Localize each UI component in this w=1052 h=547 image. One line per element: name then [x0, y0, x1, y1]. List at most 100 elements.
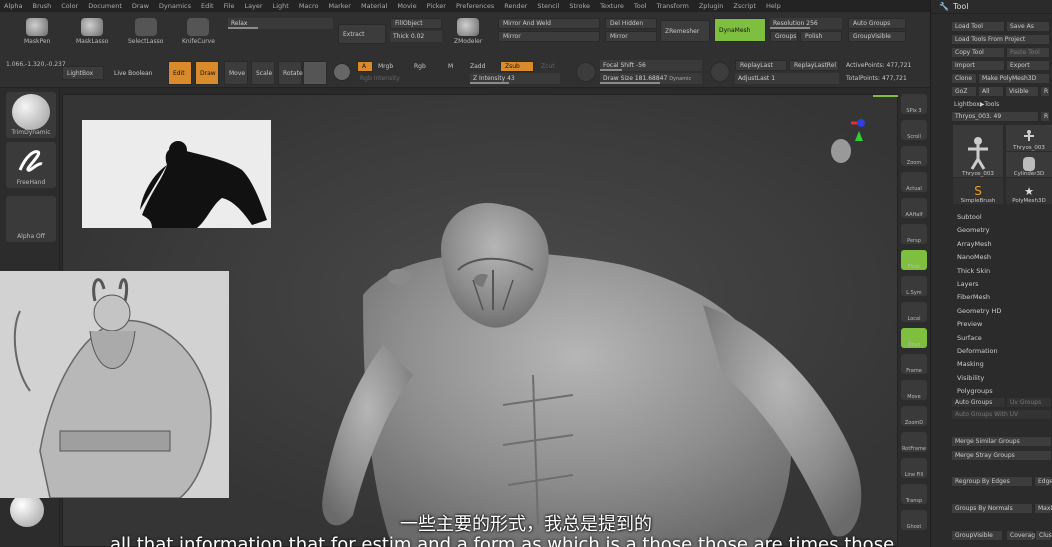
thumb-thryos-2[interactable]: Thryos_003	[1006, 125, 1052, 151]
fillobject-button[interactable]: FillObject	[390, 18, 442, 29]
section-masking[interactable]: Masking	[957, 360, 984, 368]
lightbox-button[interactable]: LightBox	[62, 66, 104, 80]
menu-item-light[interactable]: Light	[273, 2, 289, 10]
resolution-slider[interactable]: Resolution 256	[770, 18, 842, 29]
knifecurve-button[interactable]: KnifeCurve	[182, 18, 215, 45]
rightshelf-persp-button[interactable]: Persp	[901, 224, 927, 244]
brush-trimdynamic-button[interactable]: TrimDynamic	[6, 92, 56, 138]
zmodeler-button[interactable]: ZModeler	[454, 18, 482, 45]
copy-tool-button[interactable]: Copy Tool	[951, 47, 1005, 58]
menu-item-marker[interactable]: Marker	[328, 2, 350, 10]
edit-button[interactable]: Edit	[168, 61, 192, 85]
paste-tool-button[interactable]: Paste Tool	[1006, 47, 1050, 58]
stroke-freehand-button[interactable]: FreeHand	[6, 142, 56, 188]
section-nanomesh[interactable]: NanoMesh	[957, 253, 991, 261]
thumb-simplebrush[interactable]: S SimpleBrush	[953, 178, 1003, 204]
section-thick-skin[interactable]: Thick Skin	[957, 267, 990, 275]
rightshelf-aahalf-button[interactable]: AAHalf	[901, 198, 927, 218]
regroup-by-edges-button[interactable]: Regroup By Edges	[951, 476, 1033, 487]
menu-item-help[interactable]: Help	[766, 2, 781, 10]
section-polygroups[interactable]: Polygroups	[957, 387, 993, 395]
section-arraymesh[interactable]: ArrayMesh	[957, 240, 992, 248]
rightshelf-move-button[interactable]: Move	[901, 380, 927, 400]
menu-item-draw[interactable]: Draw	[132, 2, 149, 10]
menu-item-render[interactable]: Render	[504, 2, 527, 10]
zadd-button[interactable]: Zadd	[466, 61, 494, 72]
section-preview[interactable]: Preview	[957, 320, 982, 328]
rightshelf-transp-button[interactable]: Transp	[901, 484, 927, 504]
a-button[interactable]: A	[357, 61, 373, 72]
all-button[interactable]: All	[978, 86, 1004, 97]
rightshelf-scroll-button[interactable]: Scroll	[901, 120, 927, 140]
del-hidden-button[interactable]: Del Hidden	[605, 18, 657, 29]
thumb-thryos-1[interactable]: Thryos_003	[953, 125, 1003, 177]
load-tool-button[interactable]: Load Tool	[951, 21, 1005, 32]
section-deformation[interactable]: Deformation	[957, 347, 998, 355]
material-sphere-icon[interactable]	[303, 61, 327, 85]
replaylast-button[interactable]: ReplayLast	[735, 60, 787, 71]
load-tools-from-project-button[interactable]: Load Tools From Project	[951, 34, 1050, 45]
merge-stray-groups-button[interactable]: Merge Stray Groups	[951, 450, 1052, 461]
auto-groups-with-uv-button[interactable]: Auto Groups With UV	[951, 409, 1052, 420]
menu-item-stencil[interactable]: Stencil	[537, 2, 559, 10]
dynamesh-button[interactable]: DynaMesh	[714, 18, 766, 42]
groups-button[interactable]: Groups	[770, 31, 798, 42]
section-geometry[interactable]: Geometry	[957, 226, 989, 234]
maskpen-button[interactable]: MaskPen	[24, 18, 50, 45]
visible-button[interactable]: Visible	[1005, 86, 1039, 97]
menu-item-texture[interactable]: Texture	[600, 2, 624, 10]
rightshelf-frame-button[interactable]: Frame	[901, 354, 927, 374]
scale-button[interactable]: Scale	[251, 61, 275, 85]
poly-auto-groups-button[interactable]: Auto Groups	[951, 397, 1006, 408]
navigation-gizmo-icon[interactable]	[825, 117, 865, 165]
auto-groups-button[interactable]: Auto Groups	[848, 18, 906, 29]
menu-item-alpha[interactable]: Alpha	[4, 2, 22, 10]
rgb-button[interactable]: Rgb	[410, 61, 434, 72]
menu-item-macro[interactable]: Macro	[299, 2, 319, 10]
draw-size-slider[interactable]: Draw Size 181.68847 Dynamic	[600, 73, 702, 84]
menu-item-zplugin[interactable]: Zplugin	[699, 2, 724, 10]
groupvisible-button[interactable]: GroupVisible	[848, 31, 906, 42]
section-surface[interactable]: Surface	[957, 334, 982, 342]
goz-button[interactable]: GoZ	[951, 86, 977, 97]
menu-item-dynamics[interactable]: Dynamics	[159, 2, 191, 10]
uv-groups-button[interactable]: Uv Groups	[1006, 397, 1052, 408]
live-boolean-button[interactable]: Live Boolean	[110, 66, 162, 80]
mrgb-button[interactable]: Mrgb	[374, 61, 402, 72]
rightshelf-spix-3-button[interactable]: SPix 3	[901, 94, 927, 114]
r-button[interactable]: R	[1040, 86, 1050, 97]
thumb-polymesh3d[interactable]: ★ PolyMesh3D	[1006, 178, 1052, 204]
section-visibility[interactable]: Visibility	[957, 374, 984, 382]
rightshelf-zoomd-button[interactable]: ZoomD	[901, 406, 927, 426]
mirror-and-weld-button[interactable]: Mirror And Weld	[498, 18, 600, 29]
focal-icon[interactable]	[576, 62, 596, 82]
relax-slider[interactable]: Relax	[228, 18, 333, 29]
section-fibermesh[interactable]: FiberMesh	[957, 293, 990, 301]
rightshelf-rotframe-button[interactable]: RotFrame	[901, 432, 927, 452]
merge-similar-groups-button[interactable]: Merge Similar Groups	[951, 436, 1052, 447]
clone-button[interactable]: Clone	[951, 73, 977, 84]
edge-slider[interactable]: Edge	[1034, 476, 1052, 487]
rightshelf-qxyz-button[interactable]: Qxyz	[901, 328, 927, 348]
menu-item-brush[interactable]: Brush	[32, 2, 51, 10]
section-geometry-hd[interactable]: Geometry HD	[957, 307, 1001, 315]
thick-slider[interactable]: Thick 0.02	[390, 31, 442, 42]
adjust-icon[interactable]	[710, 62, 730, 82]
lightbox-tools-button[interactable]: Lightbox▶Tools	[951, 99, 1050, 110]
menu-item-transform[interactable]: Transform	[657, 2, 689, 10]
zcut-button[interactable]: Zcut	[537, 61, 559, 72]
selectlasso-button[interactable]: SelectLasso	[128, 18, 163, 45]
rightshelf-local-button[interactable]: Local	[901, 302, 927, 322]
zremesher-button[interactable]: ZRemesher	[660, 20, 710, 42]
menu-item-edit[interactable]: Edit	[201, 2, 214, 10]
extract-button[interactable]: Extract	[338, 24, 386, 44]
menu-item-document[interactable]: Document	[88, 2, 122, 10]
adjustlast-slider[interactable]: AdjustLast 1	[735, 73, 839, 84]
mirror-button[interactable]: Mirror	[498, 31, 600, 42]
move-button[interactable]: Move	[224, 61, 248, 85]
thumb-cylinder3d[interactable]: Cylinder3D	[1006, 152, 1052, 177]
make-polymesh3d-button[interactable]: Make PolyMesh3D	[978, 73, 1050, 84]
m-button[interactable]: M	[444, 61, 460, 72]
rightshelf-l-sym-button[interactable]: L.Sym	[901, 276, 927, 296]
alpha-off-button[interactable]: Alpha Off	[6, 196, 56, 242]
